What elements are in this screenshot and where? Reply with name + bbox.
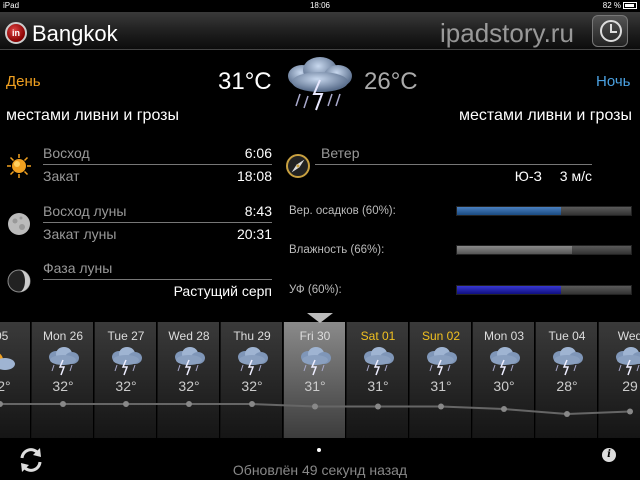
wind-direction: Ю-З: [514, 168, 542, 184]
uv-label: УФ (60%):: [289, 284, 342, 296]
last-updated: Обновлён 49 секунд назад: [232, 462, 408, 478]
divider: [43, 164, 272, 165]
moonset-value: 20:31: [236, 226, 272, 242]
status-time: 18:06: [309, 1, 331, 10]
sunset-label: Закат: [43, 168, 80, 184]
trend-point: [0, 401, 3, 407]
night-label: Ночь: [596, 73, 631, 90]
title-bar: in Bangkok ipadstory.ru: [0, 12, 640, 50]
moonset-label: Закат луны: [43, 226, 117, 242]
trend-point: [501, 406, 507, 412]
battery-percent: 82 %: [602, 1, 621, 10]
clock-icon: [600, 20, 622, 42]
sunset-value: 18:08: [236, 168, 272, 184]
wind-label: Ветер: [321, 145, 360, 161]
temperature-trend: [0, 401, 633, 417]
city-list-icon[interactable]: in: [5, 22, 27, 44]
moon-phase-label: Фаза луны: [43, 260, 113, 276]
battery-indicator: 82 %: [603, 1, 637, 10]
selected-day-arrow: [307, 313, 333, 323]
night-temperature: 26°C: [364, 68, 418, 95]
bottom-bar: Обновлён 49 секунд назад i: [0, 438, 640, 480]
humidity-label: Влажность (66%):: [289, 244, 385, 256]
uv-bar-fill: [457, 286, 562, 294]
divider: [43, 222, 272, 223]
trend-point: [438, 403, 444, 410]
day-temperature: 31°C: [218, 68, 272, 95]
divider: [315, 164, 592, 165]
trend-point: [60, 401, 66, 407]
humidity-bar: [456, 245, 632, 255]
trend-point: [312, 403, 318, 410]
precip-label: Вер. осадков (60%):: [289, 205, 396, 217]
status-bar: iPad 18:06 82 %: [0, 0, 640, 12]
moon-phase-icon: [7, 269, 31, 293]
info-icon[interactable]: i: [602, 448, 616, 462]
thunderstorm-icon: [288, 57, 352, 111]
moon-phase-value: Растущий серп: [173, 283, 272, 299]
sunrise-label: Восход: [43, 145, 90, 161]
humidity-bar-fill: [457, 246, 572, 254]
compass-icon: [286, 154, 310, 178]
page-indicator[interactable]: [317, 448, 321, 452]
trend-point: [627, 408, 633, 415]
uv-bar: [456, 285, 632, 295]
trend-point: [564, 411, 570, 417]
watermark: ipadstory.ru: [440, 18, 574, 48]
moonrise-value: 8:43: [244, 203, 272, 219]
trend-point: [249, 401, 255, 407]
night-condition: местами ливни и грозы: [459, 107, 632, 124]
precip-bar-fill: [457, 207, 562, 215]
clock-button[interactable]: [592, 15, 628, 47]
trend-point: [123, 401, 129, 407]
day-label: День: [6, 73, 41, 90]
precip-bar: [456, 206, 632, 216]
divider: [43, 279, 272, 280]
wind-speed: 3 м/с: [559, 168, 592, 184]
city-name[interactable]: Bangkok: [32, 21, 118, 47]
sunrise-value: 6:06: [244, 145, 272, 161]
sun-icon: [7, 154, 31, 178]
moonrise-label: Восход луны: [43, 203, 127, 219]
battery-icon: [623, 2, 637, 9]
moon-icon: [8, 213, 30, 235]
trend-point: [186, 401, 192, 407]
trend-point: [375, 403, 381, 410]
